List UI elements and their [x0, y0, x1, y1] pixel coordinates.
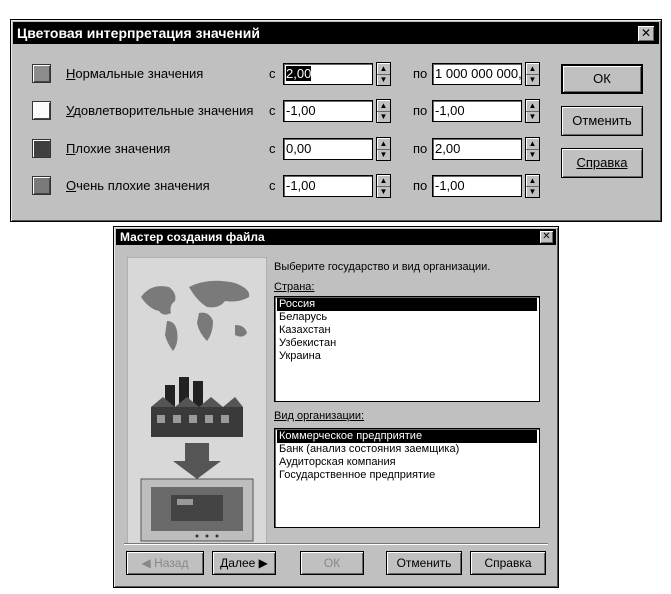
color-swatch[interactable]	[32, 64, 51, 83]
next-button[interactable]: Далее ▶	[212, 551, 276, 575]
org-type-list[interactable]: Коммерческое предприятие Банк (анализ сос…	[274, 428, 540, 528]
wizard-titlebar: Мастер создания файла	[116, 229, 556, 245]
wizard-cancel-button[interactable]: Отменить	[386, 551, 462, 575]
wizard-separator	[124, 543, 548, 545]
org-type-label: Вид организации:	[274, 410, 365, 422]
to-spinner[interactable]: ▲ ▼	[525, 174, 540, 198]
help-button[interactable]: Справка	[561, 148, 643, 178]
to-spinner[interactable]: ▲ ▼	[525, 137, 540, 161]
from-spinner[interactable]: ▲ ▼	[376, 62, 391, 86]
country-list[interactable]: Россия Беларусь Казахстан Узбекистан Украина	[274, 296, 540, 402]
to-prefix: по	[413, 66, 428, 81]
next-button-label: Далее ▶	[220, 556, 268, 570]
cancel-button[interactable]: Отменить	[561, 106, 643, 136]
color-swatch[interactable]	[32, 101, 51, 120]
from-value-input[interactable]: -1,00	[283, 100, 373, 122]
back-button[interactable]: ◀ Назад	[126, 551, 204, 575]
help-button-label: Справка	[576, 155, 628, 170]
to-value-input[interactable]: -1,00	[432, 100, 522, 122]
country-label: Страна:	[274, 281, 315, 293]
country-list-item[interactable]: Украина	[277, 350, 537, 363]
from-prefix: с	[269, 178, 276, 193]
row-label: Нормальные значения	[66, 66, 204, 81]
wizard-title: Мастер создания файла	[120, 230, 265, 244]
color-dialog-title: Цветовая интерпретация значений	[17, 25, 260, 41]
row-label: Очень плохие значения	[66, 178, 210, 193]
monitor-icon	[140, 478, 254, 542]
wizard-ok-button-label: ОК	[323, 556, 341, 570]
country-list-item[interactable]: Беларусь	[277, 311, 537, 324]
arrow-down-icon[interactable]: ▼	[377, 74, 390, 85]
to-prefix: по	[413, 141, 428, 156]
arrow-down-icon[interactable]: ▼	[526, 149, 539, 160]
from-prefix: с	[269, 141, 276, 156]
wizard-help-button-label: Справка	[484, 556, 532, 570]
row-label: Плохие значения	[66, 141, 171, 156]
from-prefix: с	[269, 66, 276, 81]
from-value-input[interactable]: -1,00	[283, 175, 373, 197]
country-list-item[interactable]: Казахстан	[277, 324, 537, 337]
arrow-down-icon[interactable]: ▼	[526, 186, 539, 197]
file-wizard-dialog: Мастер создания файла ✕ Выберите государ…	[113, 226, 559, 588]
color-swatch[interactable]	[32, 176, 51, 195]
org-type-list-item[interactable]: Коммерческое предприятие	[277, 430, 537, 443]
to-spinner[interactable]: ▲ ▼	[525, 99, 540, 123]
to-value-input[interactable]: -1,00	[432, 175, 522, 197]
from-spinner[interactable]: ▲ ▼	[376, 137, 391, 161]
to-spinner[interactable]: ▲ ▼	[525, 62, 540, 86]
arrow-down-icon[interactable]: ▼	[526, 111, 539, 122]
org-type-list-item[interactable]: Государственное предприятие	[277, 469, 537, 482]
ok-button[interactable]: ОК	[561, 64, 643, 94]
to-prefix: по	[413, 103, 428, 118]
from-spinner[interactable]: ▲ ▼	[376, 99, 391, 123]
from-prefix: с	[269, 103, 276, 118]
arrow-down-icon[interactable]: ▼	[377, 111, 390, 122]
wizard-instruction: Выберите государство и вид организации.	[274, 261, 491, 273]
wizard-cancel-button-label: Отменить	[396, 556, 452, 570]
arrow-down-icon[interactable]: ▼	[377, 149, 390, 160]
country-list-item[interactable]: Узбекистан	[277, 337, 537, 350]
close-icon[interactable]: ✕	[539, 230, 554, 244]
org-type-list-item[interactable]: Аудиторская компания	[277, 456, 537, 469]
from-value-input[interactable]: 2,00	[283, 63, 373, 85]
wizard-help-button[interactable]: Справка	[470, 551, 546, 575]
wizard-ok-button[interactable]: ОК	[300, 551, 364, 575]
arrow-down-icon[interactable]: ▼	[526, 74, 539, 85]
color-dialog-titlebar: Цветовая интерпретация значений	[13, 22, 659, 44]
back-button-label: ◀ Назад	[141, 556, 189, 570]
row-label: Удовлетворительные значения	[66, 103, 254, 118]
cancel-button-label: Отменить	[572, 113, 632, 128]
to-value-input[interactable]: 1 000 000 000,	[432, 63, 522, 85]
close-icon[interactable]: ✕	[637, 25, 655, 42]
color-interpretation-dialog: Цветовая интерпретация значений ✕ Нормал…	[10, 19, 662, 222]
color-swatch[interactable]	[32, 139, 51, 158]
arrow-down-icon[interactable]: ▼	[377, 186, 390, 197]
from-spinner[interactable]: ▲ ▼	[376, 174, 391, 198]
ok-button-label: ОК	[593, 71, 611, 86]
from-value-input[interactable]: 0,00	[283, 138, 373, 160]
wizard-illustration	[127, 257, 267, 545]
org-type-list-item[interactable]: Банк (анализ состояния заемщика)	[277, 443, 537, 456]
to-prefix: по	[413, 178, 428, 193]
to-value-input[interactable]: 2,00	[432, 138, 522, 160]
country-list-item[interactable]: Россия	[277, 298, 537, 311]
